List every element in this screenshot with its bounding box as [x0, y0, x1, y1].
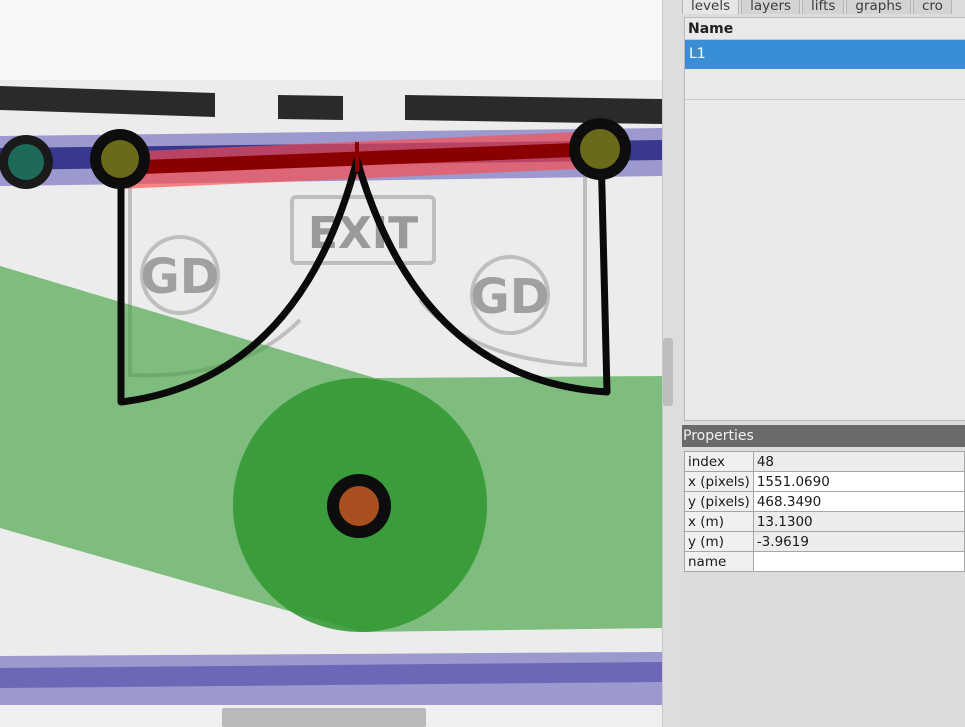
panel-tabs: levels layers lifts graphs cro	[682, 0, 954, 14]
vertex-marker-right-fill	[580, 129, 620, 169]
property-value-input[interactable]: 468.3490	[752, 491, 965, 512]
level-row-selected[interactable]: L1	[685, 40, 965, 69]
levels-column-header[interactable]: Name	[685, 18, 965, 40]
property-value-input[interactable]	[752, 551, 965, 572]
side-panel: levels layers lifts graphs cro Name L1 P…	[682, 0, 965, 727]
property-key: x (pixels)	[684, 471, 754, 492]
map-canvas[interactable]: EXIT GD GD	[0, 0, 662, 727]
property-value-input[interactable]: 1551.0690	[752, 471, 965, 492]
property-row-y-pixels[interactable]: y (pixels) 468.3490	[684, 491, 965, 512]
tab-crowd[interactable]: cro	[912, 0, 952, 14]
property-key: name	[684, 551, 754, 572]
property-row-x-pixels[interactable]: x (pixels) 1551.0690	[684, 471, 965, 492]
tab-levels[interactable]: levels	[682, 0, 740, 14]
property-row-index: index 48	[684, 451, 965, 472]
map-drawing[interactable]: EXIT GD GD	[0, 0, 662, 727]
property-value: -3.9619	[752, 531, 965, 552]
property-key: x (m)	[684, 511, 754, 532]
property-value: 13.1300	[752, 511, 965, 532]
tab-layers[interactable]: layers	[741, 0, 801, 14]
vertical-scrollbar-thumb[interactable]	[663, 338, 673, 406]
tab-graphs[interactable]: graphs	[846, 0, 911, 14]
properties-title: Properties	[682, 425, 965, 447]
level-row-empty	[685, 69, 965, 100]
property-row-name[interactable]: name	[684, 551, 965, 572]
levels-table[interactable]: Name L1	[684, 17, 965, 421]
selected-vertex-fill	[339, 486, 379, 526]
properties-table: index 48 x (pixels) 1551.0690 y (pixels)…	[684, 451, 965, 572]
vertex-marker-left-fill	[101, 140, 139, 178]
floorplan-gd-label-right: GD	[470, 269, 549, 325]
property-key: index	[684, 451, 754, 472]
property-value: 48	[752, 451, 965, 472]
vertex-marker-teal-fill	[8, 144, 44, 180]
property-key: y (m)	[684, 531, 754, 552]
property-key: y (pixels)	[684, 491, 754, 512]
tab-lifts[interactable]: lifts	[802, 0, 845, 14]
horizontal-scrollbar-thumb[interactable]	[222, 708, 426, 727]
property-row-x-m: x (m) 13.1300	[684, 511, 965, 532]
property-row-y-m: y (m) -3.9619	[684, 531, 965, 552]
floorplan-top-area	[0, 0, 662, 80]
floorplan-gd-label-left: GD	[140, 249, 219, 305]
